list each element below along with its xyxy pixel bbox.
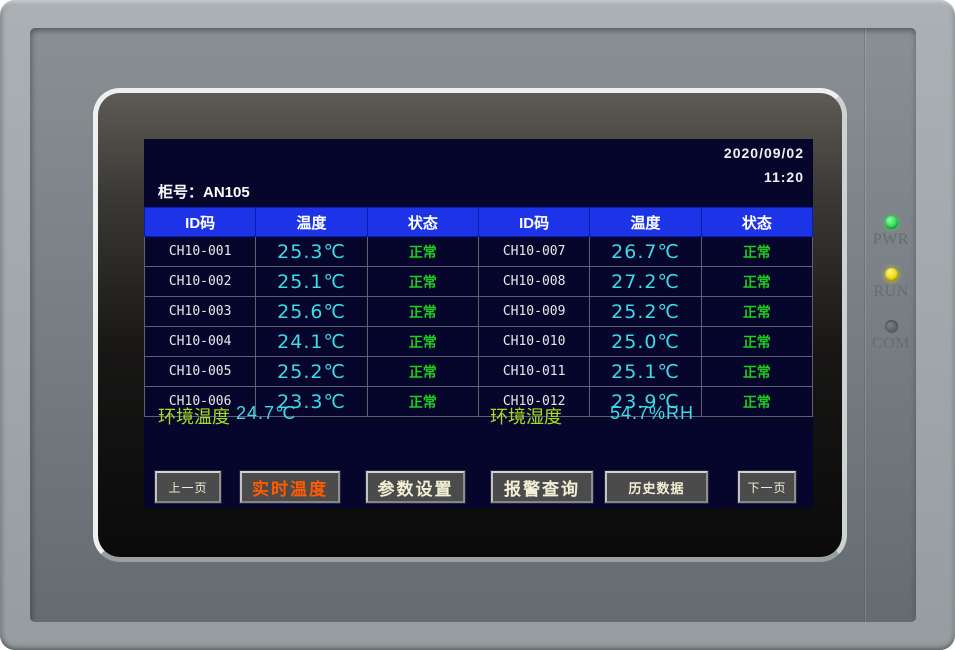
channel-id-cell: CH10-004 [145,327,256,357]
header-id-left: ID码 [145,208,256,237]
prev-page-button[interactable]: 上一页 [155,471,221,503]
temperature-cell: 25.2℃ [590,297,701,327]
temperature-cell: 25.6℃ [256,297,367,327]
channel-id-cell: CH10-010 [478,327,589,357]
table-row: CH10-001 25.3℃ 正常 CH10-007 26.7℃ 正常 [145,237,813,267]
channel-id-cell: CH10-007 [478,237,589,267]
ambient-temperature-value: 24.7℃ [236,403,296,424]
history-data-button[interactable]: 历史数据 [605,471,708,503]
ambient-humidity-value: 54.7%RH [610,403,694,424]
table-row: CH10-002 25.1℃ 正常 CH10-008 27.2℃ 正常 [145,267,813,297]
channel-id-cell: CH10-005 [145,357,256,387]
hmi-device-frame: PWR RUN COM 2020/09/02 11:20 柜号：AN105 ID… [0,0,955,650]
cabinet-number-label: 柜号：AN105 [158,181,250,202]
temperature-cell: 25.0℃ [590,327,701,357]
status-cell: 正常 [701,297,812,327]
run-indicator: RUN [864,268,918,301]
status-cell: 正常 [701,357,812,387]
temperature-cell: 25.1℃ [590,357,701,387]
com-led-label: COM [864,335,918,353]
environment-readings: 环境温度 24.7℃ 环境湿度 54.7%RH [144,403,813,429]
header-status-left: 状态 [367,208,478,237]
status-cell: 正常 [701,237,812,267]
power-led-label: PWR [864,231,918,249]
run-led-icon [885,268,898,281]
channel-temperature-table: ID码 温度 状态 ID码 温度 状态 CH10-001 25.3℃ 正常 CH… [144,207,813,417]
alarm-query-button[interactable]: 报警查询 [491,471,593,503]
table-row: CH10-003 25.6℃ 正常 CH10-009 25.2℃ 正常 [145,297,813,327]
status-cell: 正常 [367,237,478,267]
header-status-right: 状态 [701,208,812,237]
table-row: CH10-004 24.1℃ 正常 CH10-010 25.0℃ 正常 [145,327,813,357]
temperature-cell: 26.7℃ [590,237,701,267]
channel-id-cell: CH10-011 [478,357,589,387]
com-indicator: COM [864,320,918,353]
screen-panel: 2020/09/02 11:20 柜号：AN105 ID码 温度 状态 ID码 … [93,88,847,562]
date-display: 2020/09/02 [724,145,804,161]
channel-id-cell: CH10-008 [478,267,589,297]
status-cell: 正常 [367,357,478,387]
channel-id-cell: CH10-003 [145,297,256,327]
table-header-row: ID码 温度 状态 ID码 温度 状态 [145,208,813,237]
status-cell: 正常 [701,327,812,357]
status-cell: 正常 [367,267,478,297]
parameter-settings-button[interactable]: 参数设置 [366,471,465,503]
status-cell: 正常 [367,297,478,327]
temperature-cell: 24.1℃ [256,327,367,357]
channel-id-cell: CH10-001 [145,237,256,267]
run-led-label: RUN [864,283,918,301]
com-led-icon [885,320,898,333]
ambient-humidity-label: 环境湿度 [490,403,562,429]
status-cell: 正常 [367,327,478,357]
temperature-cell: 25.3℃ [256,237,367,267]
touch-screen: 2020/09/02 11:20 柜号：AN105 ID码 温度 状态 ID码 … [144,139,813,508]
channel-id-cell: CH10-009 [478,297,589,327]
table-row: CH10-005 25.2℃ 正常 CH10-011 25.1℃ 正常 [145,357,813,387]
channel-id-cell: CH10-002 [145,267,256,297]
time-display: 11:20 [724,169,804,185]
power-led-icon [885,216,898,229]
temperature-cell: 27.2℃ [590,267,701,297]
status-cell: 正常 [701,267,812,297]
realtime-temperature-button[interactable]: 实时温度 [240,471,340,503]
header-temp-left: 温度 [256,208,367,237]
temperature-cell: 25.1℃ [256,267,367,297]
ambient-temperature-label: 环境温度 [158,403,230,429]
next-page-button[interactable]: 下一页 [738,471,796,503]
header-temp-right: 温度 [590,208,701,237]
datetime-display: 2020/09/02 11:20 [724,145,804,185]
power-indicator: PWR [864,216,918,249]
temperature-cell: 25.2℃ [256,357,367,387]
header-id-right: ID码 [478,208,589,237]
